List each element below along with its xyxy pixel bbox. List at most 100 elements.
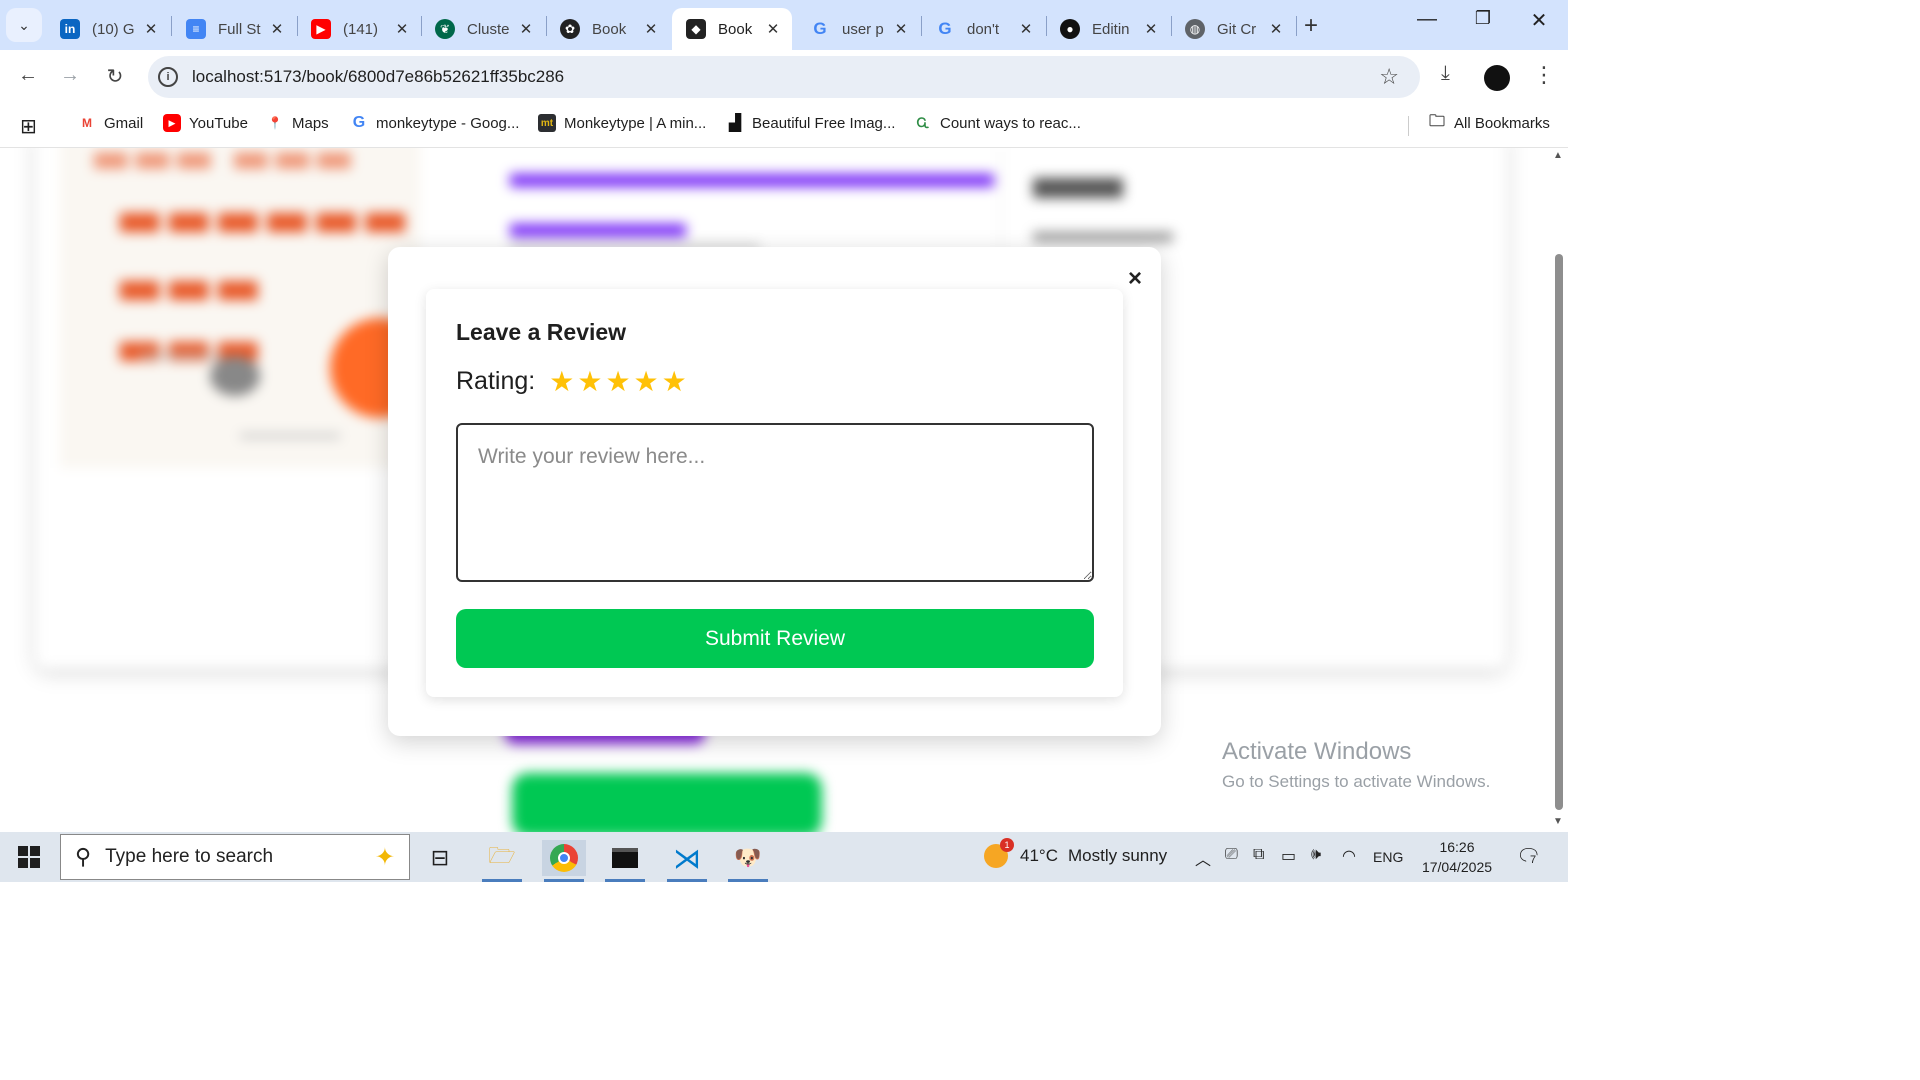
- review-form: Leave a Review Rating: ★★★★★ Submit Revi…: [426, 289, 1123, 697]
- review-modal: × Leave a Review Rating: ★★★★★ Submit Re…: [388, 247, 1161, 736]
- bookmark-star-icon[interactable]: ☆: [1379, 63, 1399, 91]
- meet-icon[interactable]: ⎚: [1225, 846, 1238, 864]
- site-info-icon[interactable]: i: [158, 67, 178, 87]
- avatar[interactable]: [1484, 65, 1510, 91]
- taskbar-search[interactable]: ⚲ Type here to search ✦: [60, 834, 410, 880]
- terminal-icon[interactable]: [603, 840, 647, 882]
- window-close-button[interactable]: ✕: [1519, 8, 1559, 33]
- notification-icon[interactable]: 🗨7: [1516, 844, 1541, 869]
- all-bookmarks-label: All Bookmarks: [1454, 114, 1550, 132]
- star-icon[interactable]: ★: [549, 367, 574, 396]
- bookmark-youtube[interactable]: ▶ YouTube: [163, 114, 248, 132]
- bookmark-label: monkeytype - Goog...: [376, 114, 520, 132]
- tab-4[interactable]: ❦ Cluste ✕: [421, 8, 545, 50]
- page-scrollbar[interactable]: ▲ ▼: [1550, 148, 1568, 832]
- close-icon[interactable]: ✕: [142, 20, 160, 38]
- apps-grid-icon[interactable]: ⊞: [20, 114, 37, 139]
- star-icon[interactable]: ★: [605, 367, 630, 396]
- close-icon[interactable]: ✕: [268, 20, 286, 38]
- docs-icon: ≡: [186, 19, 206, 39]
- bookmarks-bar: ⊞ M Gmail ▶ YouTube 📍 Maps G monkeytype …: [0, 104, 1568, 148]
- windows-taskbar: ⚲ Type here to search ✦ ⊟ 🗁 ⋊ 🐶 1 41°C M…: [0, 832, 1568, 882]
- tab-9[interactable]: ● Editin ✕: [1046, 8, 1170, 50]
- close-icon[interactable]: ✕: [764, 20, 782, 38]
- submit-review-button[interactable]: Submit Review: [456, 609, 1094, 668]
- close-icon[interactable]: ✕: [1142, 20, 1160, 38]
- star-icon[interactable]: ★: [577, 367, 602, 396]
- weather-widget[interactable]: 1 41°C Mostly sunny: [984, 838, 1168, 868]
- tab-title: Git Cr: [1217, 20, 1257, 38]
- url-text[interactable]: localhost:5173/book/6800d7e86b52621ff35b…: [192, 67, 564, 87]
- new-tab-button[interactable]: +: [1304, 12, 1318, 40]
- scroll-thumb[interactable]: [1555, 254, 1563, 810]
- tab-5[interactable]: ✿ Book ✕: [546, 8, 670, 50]
- bookmark-gmail[interactable]: M Gmail: [78, 114, 143, 132]
- restore-button[interactable]: ❐: [1463, 8, 1503, 29]
- minimize-button[interactable]: —: [1407, 8, 1447, 31]
- windows-start-button[interactable]: [18, 846, 40, 868]
- close-icon[interactable]: ✕: [642, 20, 660, 38]
- bookmark-gfg[interactable]: Ꮹ Count ways to reac...: [914, 114, 1081, 132]
- chevron-up-icon[interactable]: ︿: [1195, 846, 1211, 870]
- download-icon[interactable]: ⤓: [1441, 62, 1450, 85]
- back-button[interactable]: ←: [14, 64, 42, 87]
- forward-button[interactable]: →: [56, 64, 84, 87]
- close-icon[interactable]: ✕: [1267, 20, 1285, 38]
- gmail-icon: M: [82, 116, 92, 130]
- scroll-down-icon[interactable]: ▼: [1553, 816, 1563, 827]
- tab-title: (141): [343, 20, 379, 38]
- tab-title: Book: [592, 20, 627, 38]
- tab-6-active[interactable]: ◆ Book ✕: [672, 8, 792, 50]
- globe-icon: ◍: [1185, 19, 1205, 39]
- all-bookmarks[interactable]: 🗀 All Bookmarks: [1428, 113, 1550, 132]
- task-view-icon[interactable]: ⊟: [418, 840, 462, 876]
- linkedin-icon: in: [60, 19, 80, 39]
- green-button-blurred: [512, 773, 822, 832]
- bookmark-maps[interactable]: 📍 Maps: [266, 114, 329, 132]
- bookmark-monkeytype[interactable]: mt Monkeytype | A min...: [538, 114, 706, 132]
- weather-text: Mostly sunny: [1067, 846, 1168, 865]
- tab-8[interactable]: G don't ✕: [921, 8, 1045, 50]
- youtube-icon: ▶: [163, 114, 181, 132]
- reload-button[interactable]: ↻: [101, 64, 129, 89]
- sparkle-icon: ✦: [374, 844, 395, 871]
- book-app-icon: ◆: [686, 19, 706, 39]
- modal-close-button[interactable]: ×: [1128, 267, 1142, 291]
- menu-icon[interactable]: ⋮: [1533, 62, 1555, 88]
- star-icon[interactable]: ★: [634, 367, 659, 396]
- chrome-icon[interactable]: [542, 840, 586, 882]
- tab-10[interactable]: ◍ Git Cr ✕: [1171, 8, 1295, 50]
- network-activity-icon[interactable]: ⧉: [1253, 846, 1264, 864]
- google-icon: G: [352, 114, 366, 131]
- tab-7[interactable]: G user p ✕: [796, 8, 920, 50]
- browser-toolbar: ← → ↻ i localhost:5173/book/6800d7e86b52…: [0, 50, 1568, 104]
- file-explorer-icon[interactable]: 🗁: [480, 840, 524, 882]
- postman-dog-icon[interactable]: 🐶: [726, 840, 770, 882]
- tab-title: don't: [967, 20, 1000, 38]
- tab-2[interactable]: ≡ Full St ✕: [172, 8, 296, 50]
- clock-date: 17/04/2025: [1421, 859, 1493, 875]
- star-rating[interactable]: ★ ★ ★ ★ ★: [549, 367, 690, 396]
- tab-search-button[interactable]: ⌄: [6, 8, 42, 42]
- language-indicator[interactable]: ENG: [1373, 849, 1403, 865]
- bookmark-monkeytype-google[interactable]: G monkeytype - Goog...: [350, 114, 520, 132]
- rating-label: Rating:: [456, 367, 536, 395]
- tab-3[interactable]: ▶ (141) ✕: [297, 8, 421, 50]
- close-icon[interactable]: ✕: [1017, 20, 1035, 38]
- vscode-icon[interactable]: ⋊: [665, 840, 709, 882]
- close-icon[interactable]: ✕: [517, 20, 535, 38]
- star-icon[interactable]: ★: [662, 367, 687, 396]
- volume-icon[interactable]: 🕪: [1311, 846, 1321, 864]
- wifi-icon[interactable]: ◠: [1342, 846, 1356, 866]
- address-bar[interactable]: i localhost:5173/book/6800d7e86b52621ff3…: [148, 56, 1420, 98]
- close-icon[interactable]: ✕: [393, 20, 411, 38]
- bookmark-unsplash[interactable]: ▟ Beautiful Free Imag...: [726, 114, 896, 133]
- gfg-icon: Ꮹ: [916, 115, 930, 130]
- unsplash-icon: ▟: [728, 115, 742, 132]
- clock[interactable]: 16:26 17/04/2025: [1412, 837, 1502, 877]
- close-icon[interactable]: ✕: [892, 20, 910, 38]
- tab-1[interactable]: in (10) G ✕: [46, 8, 170, 50]
- review-textarea[interactable]: [456, 423, 1094, 582]
- scroll-up-icon[interactable]: ▲: [1553, 150, 1563, 161]
- battery-icon[interactable]: ▭: [1281, 846, 1296, 866]
